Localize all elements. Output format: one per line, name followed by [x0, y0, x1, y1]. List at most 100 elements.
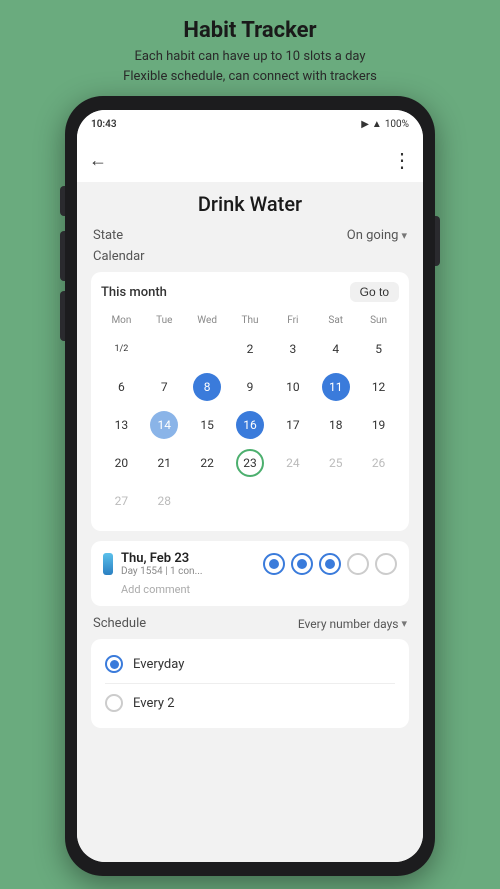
state-row: State On going ▾: [91, 228, 409, 243]
day-detail-header: Thu, Feb 23 Day 1554 | 1 con...: [103, 551, 397, 577]
schedule-card: Everyday Every 2: [91, 639, 409, 728]
water-drop-icon: [103, 553, 113, 575]
everyday-label: Everyday: [133, 657, 184, 672]
cal-cell-r5c1: 27: [101, 483, 142, 519]
day-detail-card: Thu, Feb 23 Day 1554 | 1 con... Add comm…: [91, 541, 409, 606]
phone-screen: 10:43 ▶ ▲ 100% ← ⋮ Drink Water State On …: [77, 110, 423, 862]
cal-cell-r3c6[interactable]: 18: [315, 407, 356, 443]
slot-2[interactable]: [291, 553, 313, 575]
cal-header-thu: Thu: [230, 312, 271, 329]
cal-cell-r5c3: [187, 483, 228, 519]
cal-cell-r2c7[interactable]: 12: [358, 369, 399, 405]
cal-cell-r3c3[interactable]: 15: [187, 407, 228, 443]
schedule-value[interactable]: Every number days ▾: [298, 617, 407, 631]
cal-cell-r5c7: [358, 483, 399, 519]
cal-num-12: 1/2: [107, 335, 135, 363]
calendar-header: This month Go to: [101, 282, 399, 302]
cal-cell-r2c1[interactable]: 6: [101, 369, 142, 405]
schedule-option-everyday[interactable]: Everyday: [105, 649, 395, 679]
cal-cell-r3c1[interactable]: 13: [101, 407, 142, 443]
slots-inline: [263, 553, 397, 575]
back-button[interactable]: ←: [89, 150, 107, 171]
battery-text: 100%: [385, 119, 409, 130]
cal-header-sat: Sat: [315, 312, 356, 329]
cal-cell-r4c6: 25: [315, 445, 356, 481]
status-time: 10:43: [91, 119, 117, 130]
cal-cell-r1c7[interactable]: 5: [358, 331, 399, 367]
habit-title: Drink Water: [91, 192, 409, 216]
slot-5[interactable]: [375, 553, 397, 575]
schedule-option-every2[interactable]: Every 2: [105, 688, 395, 718]
more-button[interactable]: ⋮: [392, 148, 411, 172]
cal-cell-r2c3[interactable]: 8: [187, 369, 228, 405]
cal-cell-r1c4[interactable]: 2: [230, 331, 271, 367]
calendar-card: This month Go to Mon Tue Wed Thu Fri Sat…: [91, 272, 409, 531]
slot-3[interactable]: [319, 553, 341, 575]
cal-cell-r2c4[interactable]: 9: [230, 369, 271, 405]
wifi-icon: ▲: [372, 119, 382, 130]
cal-header-mon: Mon: [101, 312, 142, 329]
status-bar: 10:43 ▶ ▲ 100%: [77, 110, 423, 138]
page-subtitle-line1: Each habit can have up to 10 slots a day: [20, 47, 480, 67]
state-dropdown-arrow: ▾: [401, 229, 407, 242]
add-comment[interactable]: Add comment: [103, 583, 397, 596]
cal-cell-r1c2: [144, 331, 185, 367]
state-value[interactable]: On going ▾: [347, 228, 407, 243]
cal-cell-r1c6[interactable]: 4: [315, 331, 356, 367]
cal-cell-r5c2: 28: [144, 483, 185, 519]
cal-cell-r2c2[interactable]: 7: [144, 369, 185, 405]
cal-cell-r3c4[interactable]: 16: [230, 407, 271, 443]
calendar-label: Calendar: [91, 249, 409, 264]
page-title: Habit Tracker: [20, 18, 480, 43]
cal-cell-r5c4: [230, 483, 271, 519]
cal-cell-r4c7: 26: [358, 445, 399, 481]
day-sub: Day 1554 | 1 con...: [121, 566, 203, 577]
cal-cell-r1c1[interactable]: 1/2: [101, 331, 142, 367]
radio-every2[interactable]: [105, 694, 123, 712]
cal-cell-r4c1[interactable]: 20: [101, 445, 142, 481]
state-label: State: [93, 228, 123, 243]
divider: [105, 683, 395, 684]
schedule-row: Schedule Every number days ▾: [91, 616, 409, 631]
radio-everyday[interactable]: [105, 655, 123, 673]
cal-cell-r1c5[interactable]: 3: [272, 331, 313, 367]
status-right: ▶ ▲ 100%: [361, 119, 409, 130]
cal-header-tue: Tue: [144, 312, 185, 329]
goto-button[interactable]: Go to: [350, 282, 399, 302]
cal-header-wed: Wed: [187, 312, 228, 329]
schedule-dropdown-arrow: ▾: [401, 617, 407, 630]
cal-cell-r4c4[interactable]: 23: [230, 445, 271, 481]
cal-cell-r4c5: 24: [272, 445, 313, 481]
page-subtitle-line2: Flexible schedule, can connect with trac…: [20, 67, 480, 87]
slot-4[interactable]: [347, 553, 369, 575]
day-date: Thu, Feb 23: [121, 551, 203, 566]
side-button-right: [435, 216, 440, 266]
cal-cell-r2c5[interactable]: 10: [272, 369, 313, 405]
content-area: Drink Water State On going ▾ Calendar Th…: [77, 182, 423, 862]
cal-cell-r4c3[interactable]: 22: [187, 445, 228, 481]
radio-everyday-inner: [110, 660, 119, 669]
every2-label: Every 2: [133, 696, 175, 711]
cal-cell-r5c5: [272, 483, 313, 519]
app-bar: ← ⋮: [77, 138, 423, 182]
side-button-left-3: [60, 291, 65, 341]
page-header: Habit Tracker Each habit can have up to …: [0, 0, 500, 96]
phone-notch: [210, 96, 290, 102]
cal-cell-r5c6: [315, 483, 356, 519]
side-button-left-1: [60, 186, 65, 216]
cal-cell-r4c2[interactable]: 21: [144, 445, 185, 481]
cal-cell-r3c5[interactable]: 17: [272, 407, 313, 443]
signal-icon: ▶: [361, 119, 369, 130]
day-detail-info: Thu, Feb 23 Day 1554 | 1 con...: [121, 551, 203, 577]
cal-header-fri: Fri: [272, 312, 313, 329]
schedule-label: Schedule: [93, 616, 146, 631]
calendar-grid: Mon Tue Wed Thu Fri Sat Sun 1/2 2 3 4 5: [101, 312, 399, 519]
cal-cell-r2c6[interactable]: 11: [315, 369, 356, 405]
slot-1[interactable]: [263, 553, 285, 575]
cal-cell-r3c7[interactable]: 19: [358, 407, 399, 443]
cal-cell-r3c2[interactable]: 14: [144, 407, 185, 443]
side-button-left-2: [60, 231, 65, 281]
phone-shell: 10:43 ▶ ▲ 100% ← ⋮ Drink Water State On …: [65, 96, 435, 876]
cal-header-sun: Sun: [358, 312, 399, 329]
calendar-month: This month: [101, 285, 167, 300]
